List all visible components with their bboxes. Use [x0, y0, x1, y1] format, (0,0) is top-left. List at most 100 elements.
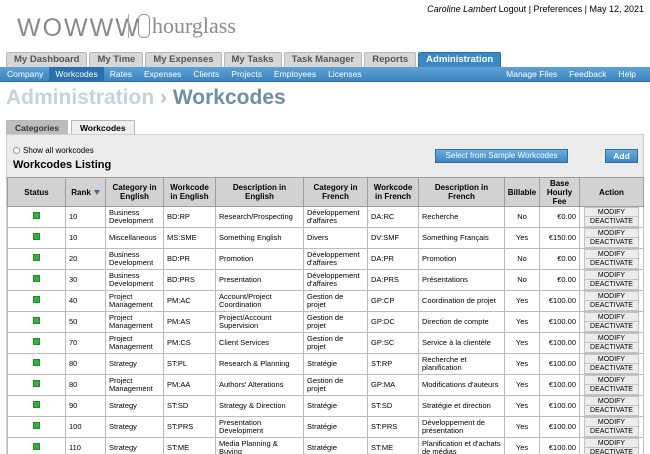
column-header: Description in English — [215, 177, 304, 207]
tab-my-expenses[interactable]: My Expenses — [145, 52, 222, 67]
table-row: 30 Business Development BD:PRS Presentation… — [7, 269, 644, 291]
subnav-help[interactable]: Help — [613, 67, 642, 82]
workcode-fr-cell: DA:PRS — [367, 269, 419, 291]
fee-cell: €100.00 — [539, 332, 580, 354]
modify-button[interactable]: MODIFY — [584, 228, 639, 238]
modify-button[interactable]: MODIFY — [584, 249, 639, 259]
tab-reports[interactable]: Reports — [364, 52, 417, 67]
deactivate-button[interactable]: DEACTIVATE — [584, 301, 639, 311]
preferences-link[interactable]: Preferences — [534, 4, 583, 14]
subnav-clients[interactable]: Clients — [187, 67, 225, 82]
description-fr-cell: Something Français — [418, 227, 505, 249]
tab-task-manager[interactable]: Task Manager — [283, 52, 363, 67]
active-status-icon — [33, 338, 40, 346]
modify-button[interactable]: MODIFY — [584, 396, 639, 406]
category-fr-cell: Gestion de projet — [303, 332, 368, 354]
select-sample-workcodes-button[interactable]: Select from Sample Workcodes — [435, 149, 568, 163]
deactivate-button[interactable]: DEACTIVATE — [584, 280, 639, 290]
description-en-cell: Account/Project Coordination — [215, 290, 304, 312]
tab-my-time[interactable]: My Time — [89, 52, 144, 67]
category-en-cell: Project Management — [105, 311, 164, 333]
fee-cell: €0.00 — [539, 269, 580, 291]
subnav-rates[interactable]: Rates — [104, 67, 138, 82]
deactivate-button[interactable]: DEACTIVATE — [584, 322, 639, 332]
category-en-cell: Business Development — [105, 248, 164, 270]
subnav-employees[interactable]: Employees — [268, 67, 322, 82]
table-row: 20 Business Development BD:PR Promotion Déve… — [7, 248, 644, 270]
modify-button[interactable]: MODIFY — [584, 375, 639, 385]
active-status-icon — [33, 359, 40, 367]
show-all-checkbox[interactable] — [13, 147, 20, 154]
column-header-label: Action — [599, 187, 624, 197]
subnav-manage-files[interactable]: Manage Files — [500, 67, 563, 82]
user-bar-separator: | — [528, 4, 532, 14]
section-tab-categories[interactable]: Categories — [6, 120, 68, 134]
sort-desc-icon[interactable] — [93, 189, 100, 195]
deactivate-button[interactable]: DEACTIVATE — [584, 259, 639, 269]
fee-cell: €100.00 — [539, 311, 580, 333]
subnav-licenses[interactable]: Licenses — [322, 67, 368, 82]
column-header: Billable — [504, 177, 540, 207]
billable-cell: No — [504, 248, 540, 270]
modify-button[interactable]: MODIFY — [584, 354, 639, 364]
billable-cell: Yes — [504, 374, 540, 396]
show-all-toggle[interactable]: Show all workcodes — [13, 146, 94, 155]
modify-button[interactable]: MODIFY — [584, 417, 639, 427]
subnav-company[interactable]: Company — [7, 67, 49, 82]
workcode-fr-cell: DV:SMF — [367, 227, 419, 249]
deactivate-button[interactable]: DEACTIVATE — [584, 238, 639, 248]
category-fr-cell: Stratégie — [303, 437, 368, 454]
deactivate-button[interactable]: DEACTIVATE — [584, 364, 639, 374]
deactivate-button[interactable]: DEACTIVATE — [584, 385, 639, 395]
workcode-en-cell: PM:CS — [163, 332, 216, 354]
deactivate-button[interactable]: DEACTIVATE — [584, 343, 639, 353]
status-cell — [7, 311, 66, 333]
deactivate-button[interactable]: DEACTIVATE — [584, 217, 639, 227]
category-en-cell: Project Management — [105, 290, 164, 312]
modify-button[interactable]: MODIFY — [584, 438, 639, 448]
sub-navigation: Company Workcodes Rates Expenses Clients Proj… — [0, 67, 650, 82]
column-header[interactable]: Rank — [65, 177, 106, 207]
description-en-cell: Client Services — [215, 332, 304, 354]
logout-link[interactable]: Logout — [499, 4, 527, 14]
hourglass-logo-text: hourglass — [152, 13, 236, 38]
deactivate-button[interactable]: DEACTIVATE — [584, 427, 639, 437]
workcode-fr-cell: ST:SD — [367, 395, 419, 417]
subnav-feedback[interactable]: Feedback — [563, 67, 612, 82]
breadcrumb-current: Workcodes — [172, 86, 286, 109]
description-fr-cell: Stratégie et direction — [418, 395, 505, 417]
modify-button[interactable]: MODIFY — [584, 291, 639, 301]
column-header-label: Category in French — [313, 183, 358, 201]
tab-my-tasks[interactable]: My Tasks — [223, 52, 282, 67]
tab-administration[interactable]: Administration — [418, 52, 502, 67]
workcode-fr-cell: DA:PR — [367, 248, 419, 270]
modify-button[interactable]: MODIFY — [584, 333, 639, 343]
action-cell: MODIFY DEACTIVATE — [579, 374, 644, 396]
table-row: 50 Project Management PM:AS Project/Account… — [7, 311, 644, 333]
rank-cell: 50 — [65, 311, 106, 333]
subnav-projects[interactable]: Projects — [225, 67, 268, 82]
category-fr-cell: Divers — [303, 227, 368, 249]
workcodes-table: Status Rank Category in English Workcode in… — [7, 177, 644, 454]
table-row: 10 Business Development BD:RP Research/Pros… — [7, 206, 644, 228]
tab-my-dashboard[interactable]: My Dashboard — [6, 52, 88, 67]
hourglass-logo: hourglass — [138, 13, 236, 39]
subnav-expenses[interactable]: Expenses — [138, 67, 187, 82]
subnav-workcodes[interactable]: Workcodes — [49, 67, 104, 82]
modify-button[interactable]: MODIFY — [584, 312, 639, 322]
fee-cell: €100.00 — [539, 353, 580, 375]
status-cell — [7, 227, 66, 249]
deactivate-button[interactable]: DEACTIVATE — [584, 406, 639, 416]
breadcrumb-administration[interactable]: Administration — [6, 86, 154, 109]
fee-cell: €150.00 — [539, 227, 580, 249]
add-button[interactable]: Add — [605, 149, 638, 163]
deactivate-button[interactable]: DEACTIVATE — [584, 448, 639, 454]
modify-button[interactable]: MODIFY — [584, 207, 639, 217]
active-status-icon — [33, 296, 40, 304]
column-header-label: Rank — [71, 187, 91, 197]
modify-button[interactable]: MODIFY — [584, 270, 639, 280]
active-status-icon — [33, 380, 40, 388]
table-row: 110 Strategy ST:ME Media Planning & Buying S… — [7, 437, 644, 454]
section-tab-workcodes[interactable]: Workcodes — [70, 120, 135, 134]
column-header: Category in English — [105, 177, 164, 207]
